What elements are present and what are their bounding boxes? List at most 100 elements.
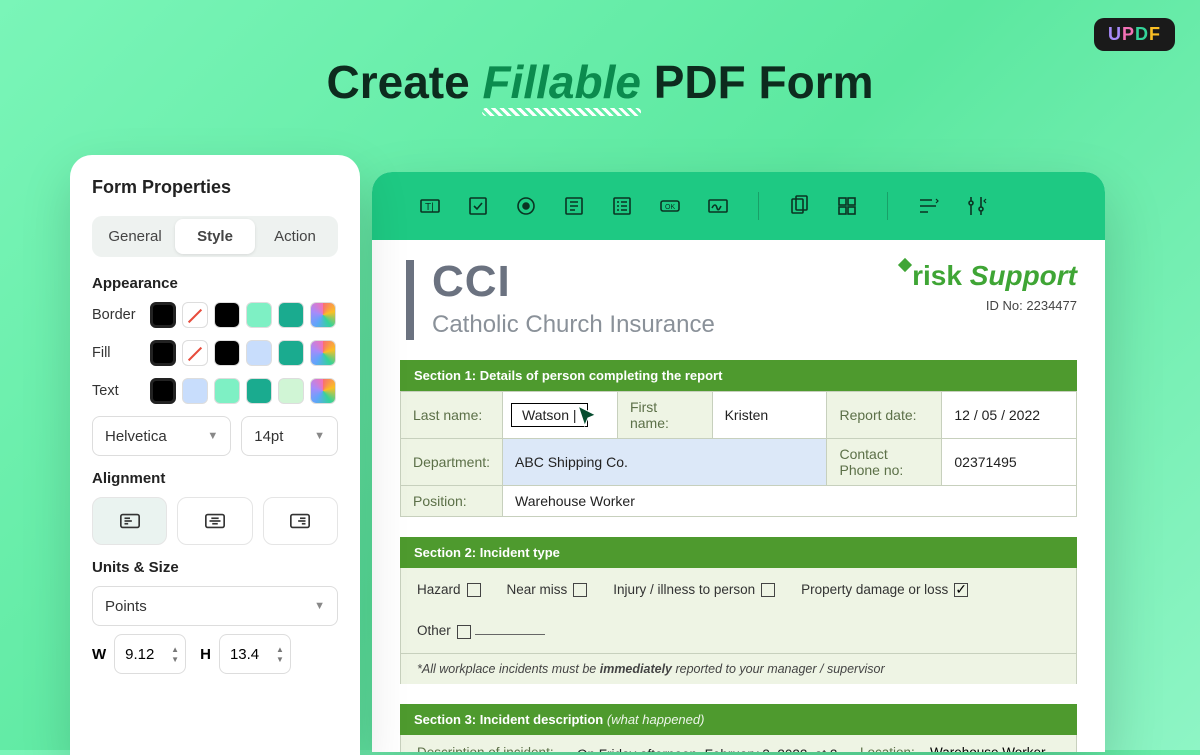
tab-style[interactable]: Style	[175, 219, 255, 254]
doc-logo-title: CCI	[432, 260, 715, 304]
phone-value[interactable]: 02371495	[942, 439, 1077, 486]
border-swatch-rainbow[interactable]	[310, 302, 336, 328]
align-left-button[interactable]	[92, 497, 167, 545]
height-stepper[interactable]: ▲▼	[276, 645, 284, 664]
document-page: CCI Catholic Church Insurance risk Suppo…	[372, 240, 1105, 752]
list-box-icon[interactable]	[608, 192, 636, 220]
dept-label: Department:	[401, 439, 503, 486]
hero-post: PDF Form	[641, 56, 874, 108]
tab-general[interactable]: General	[95, 219, 175, 254]
first-name-value[interactable]: Kristen	[712, 392, 827, 439]
text-swatch-teal[interactable]	[246, 378, 272, 404]
panel-title: Form Properties	[92, 177, 338, 198]
font-size-select[interactable]: 14pt ▼	[241, 416, 338, 456]
fill-swatch-none[interactable]	[182, 340, 208, 366]
text-field-icon[interactable]: T|	[416, 192, 444, 220]
fill-swatch-rainbow[interactable]	[310, 340, 336, 366]
border-swatch-teal[interactable]	[278, 302, 304, 328]
diamond-icon	[898, 258, 912, 272]
report-date-value[interactable]: 12 / 05 / 2022	[942, 392, 1077, 439]
brand-badge: UPDF	[1094, 18, 1175, 51]
position-value[interactable]: Warehouse Worker	[503, 486, 1077, 517]
svg-text:T|: T|	[425, 202, 434, 213]
width-input[interactable]	[125, 646, 171, 663]
border-swatch-none[interactable]	[182, 302, 208, 328]
alignment-label: Alignment	[92, 470, 338, 487]
chevron-down-icon: ▼	[314, 430, 325, 442]
hero-pre: Create	[326, 56, 482, 108]
dropdown-icon[interactable]	[560, 192, 588, 220]
location-value[interactable]: Warehouse Worker	[930, 745, 1046, 752]
check-hazard-label: Hazard	[417, 582, 461, 597]
border-label: Border	[92, 307, 142, 323]
position-label: Position:	[401, 486, 503, 517]
font-select[interactable]: Helvetica▼	[92, 416, 231, 456]
dept-value[interactable]: ABC Shipping Co.	[503, 439, 827, 486]
fill-swatch-teal[interactable]	[278, 340, 304, 366]
check-property[interactable]	[954, 583, 968, 597]
toolbar-divider	[887, 192, 888, 220]
incident-type-row: Hazard Near miss Injury / illness to per…	[400, 568, 1077, 654]
width-stepper[interactable]: ▲▼	[171, 645, 179, 664]
section3-header: Section 3: Incident description (what ha…	[400, 704, 1077, 735]
doc-logo-subtitle: Catholic Church Insurance	[432, 310, 715, 340]
align-center-button[interactable]	[177, 497, 252, 545]
align-right-button[interactable]	[263, 497, 338, 545]
description-label: Description of incident:	[417, 745, 557, 752]
units-value: Points	[105, 598, 147, 615]
check-nearmiss[interactable]	[573, 583, 587, 597]
editor-window: T| OK CCI Catholic Church Insurance risk…	[372, 172, 1105, 752]
risk-support-logo: risk Support	[900, 260, 1077, 292]
font-size-value: 14pt	[254, 428, 283, 445]
hero-emphasis: Fillable	[482, 56, 640, 108]
text-swatch-lime[interactable]	[278, 378, 304, 404]
button-icon[interactable]: OK	[656, 192, 684, 220]
border-swatch-mint[interactable]	[246, 302, 272, 328]
fill-label: Fill	[92, 345, 142, 361]
units-select[interactable]: Points ▼	[92, 586, 338, 626]
check-other-label: Other	[417, 623, 451, 638]
section1-header: Section 1: Details of person completing …	[400, 360, 1077, 391]
tools-icon[interactable]	[962, 192, 990, 220]
report-date-label: Report date:	[827, 392, 942, 439]
section2-header: Section 2: Incident type	[400, 537, 1077, 568]
check-injury[interactable]	[761, 583, 775, 597]
incident-note: *All workplace incidents must be immedia…	[400, 654, 1077, 684]
units-size-label: Units & Size	[92, 559, 338, 576]
width-label: W	[92, 646, 106, 663]
text-swatch-selected[interactable]	[150, 378, 176, 404]
tab-action[interactable]: Action	[255, 219, 335, 254]
hero-title: Create Fillable PDF Form	[0, 0, 1200, 109]
last-name-cell[interactable]: Watson |	[503, 392, 618, 439]
copy-icon[interactable]	[785, 192, 813, 220]
chevron-down-icon: ▼	[207, 430, 218, 442]
border-swatch-selected[interactable]	[150, 302, 176, 328]
cursor-icon	[575, 404, 601, 430]
text-swatch-rainbow[interactable]	[310, 378, 336, 404]
id-number: ID No: 2234477	[900, 298, 1077, 313]
height-input[interactable]	[230, 646, 276, 663]
location-label: Location:	[860, 745, 922, 752]
fill-swatch-selected[interactable]	[150, 340, 176, 366]
appearance-label: Appearance	[92, 275, 338, 292]
signature-icon[interactable]	[704, 192, 732, 220]
chevron-down-icon: ▼	[314, 600, 325, 612]
toolbar-divider	[758, 192, 759, 220]
border-swatch-black[interactable]	[214, 302, 240, 328]
checkbox-icon[interactable]	[464, 192, 492, 220]
check-other[interactable]	[457, 625, 471, 639]
fill-swatch-lightblue[interactable]	[246, 340, 272, 366]
check-property-label: Property damage or loss	[801, 582, 948, 597]
grid-icon[interactable]	[833, 192, 861, 220]
check-injury-label: Injury / illness to person	[613, 582, 755, 597]
fill-swatch-black[interactable]	[214, 340, 240, 366]
align-tool-icon[interactable]	[914, 192, 942, 220]
text-swatch-lightblue[interactable]	[182, 378, 208, 404]
svg-text:OK: OK	[665, 204, 675, 211]
description-text[interactable]: On Friday afternoon, February 3, 2022, a…	[577, 745, 840, 752]
text-swatch-mint[interactable]	[214, 378, 240, 404]
check-hazard[interactable]	[467, 583, 481, 597]
first-name-label: First name:	[617, 392, 712, 439]
radio-button-icon[interactable]	[512, 192, 540, 220]
panel-tabs: General Style Action	[92, 216, 338, 257]
